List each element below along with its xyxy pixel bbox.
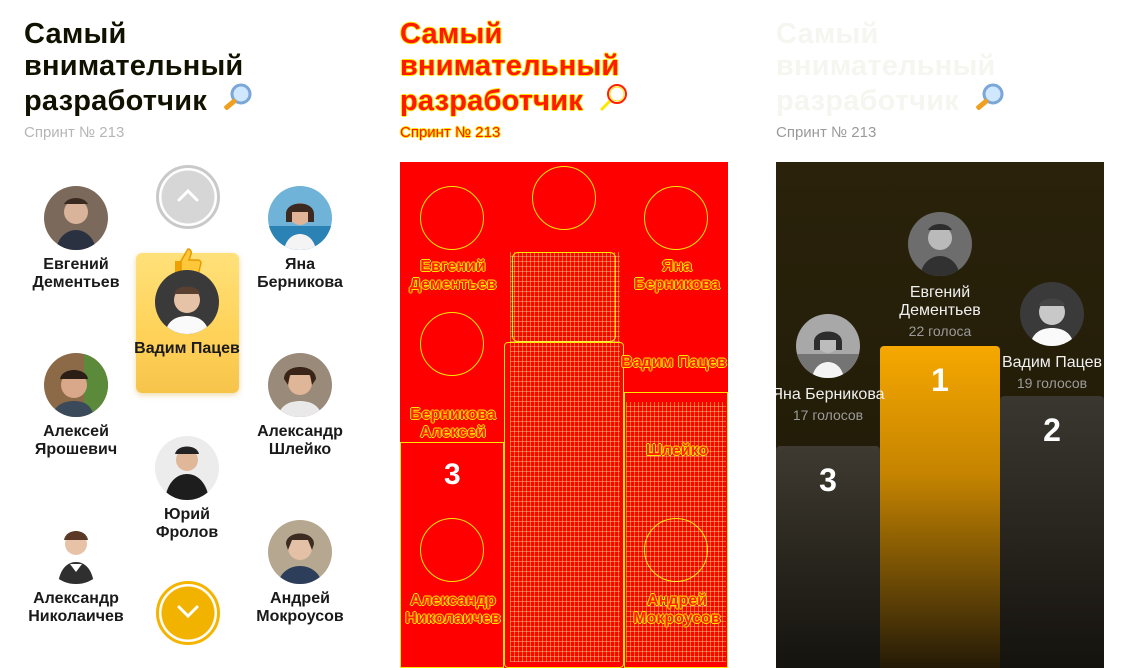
avatar — [268, 353, 332, 417]
magnifier-icon — [595, 82, 631, 121]
ghost-label: Берникова — [410, 406, 496, 423]
candidate-7[interactable]: Александр Николаичев — [21, 520, 131, 626]
candidate-name: Яна Берникова — [257, 256, 343, 291]
candidate-name: Александр Шлейко — [257, 423, 343, 458]
chevron-up-icon — [177, 188, 199, 207]
candidate-1[interactable]: Евгений Дементьев — [21, 186, 131, 292]
avatar — [1020, 282, 1084, 346]
avatar — [44, 520, 108, 584]
avatar — [268, 520, 332, 584]
winner-first: Евгений Дементьев 22 голоса — [880, 212, 1000, 339]
candidate-name: Андрей Мокроусов — [256, 590, 344, 625]
vote-count: 22 голоса — [908, 323, 972, 339]
sprint-label: Спринт № 213 — [24, 124, 125, 141]
vote-panel-diff: Самый внимательный разработчик Спринт № … — [400, 0, 730, 668]
vote-count: 19 голосов — [1016, 375, 1088, 391]
results-panel-dark: Самый внимательный разработчик Спринт № … — [776, 0, 1106, 668]
ghost-label: Алексей — [420, 424, 486, 441]
vote-count: 17 голосов — [792, 407, 864, 423]
winner-name: Яна Берникова — [776, 386, 885, 403]
place-number: 3 — [444, 458, 461, 491]
avatar — [796, 314, 860, 378]
avatar — [44, 353, 108, 417]
ghost-label: Вадим Пацев — [621, 354, 727, 371]
button-outline — [532, 166, 596, 230]
sprint-label: Спринт № 213 — [400, 124, 501, 141]
candidate-3-selected[interactable]: Вадим Пацев — [132, 270, 242, 358]
page-title-text: Самый внимательный разработчик — [776, 18, 996, 117]
candidate-name: Алексей Ярошевич — [34, 423, 118, 458]
candidate-name: Александр Николаичев — [28, 590, 124, 625]
magnifier-icon — [971, 82, 1007, 121]
page-title: Самый внимательный разработчик — [24, 18, 354, 121]
ghost-label: Евгений Дементьев — [409, 258, 497, 293]
podium-bar-second: 2 — [1000, 396, 1104, 668]
podium: 3 1 2 Евгений Дементьев 22 голоса Вадим … — [776, 162, 1104, 668]
avatar-outline — [644, 186, 708, 250]
avatar — [268, 186, 332, 250]
page-title: Самый внимательный разработчик — [400, 18, 730, 121]
candidate-2[interactable]: Яна Берникова — [245, 186, 355, 292]
page-title-text: Самый внимательный разработчик — [400, 18, 620, 117]
winner-name: Вадим Пацев — [1001, 354, 1103, 371]
avatar — [155, 270, 219, 334]
place-number: 1 — [931, 362, 949, 398]
podium-bar-first: 1 — [880, 346, 1000, 668]
candidate-name: Вадим Пацев — [134, 340, 240, 357]
winner-third: Яна Берникова 17 голосов — [776, 314, 888, 423]
diff-canvas: Евгений Дементьев Яна Берникова Вадим Па… — [400, 162, 728, 668]
ghost-label: Яна Берникова — [634, 258, 720, 293]
candidate-8[interactable]: Андрей Мокроусов — [245, 520, 355, 626]
podium-bar-third: 3 — [776, 446, 880, 668]
ghost-label: Андрей Мокроусов — [633, 592, 721, 627]
noise-area — [510, 252, 620, 662]
ghost-label: Шлейко — [645, 442, 709, 459]
chevron-down-icon — [177, 604, 199, 623]
avatar-outline — [420, 186, 484, 250]
vote-panel-light: Самый внимательный разработчик Спринт № … — [24, 0, 354, 668]
place-number: 2 — [1043, 412, 1061, 448]
avatar — [155, 436, 219, 500]
scroll-down-button[interactable] — [156, 581, 220, 645]
candidate-5[interactable]: Александр Шлейко — [245, 353, 355, 459]
avatar — [44, 186, 108, 250]
avatar-outline — [420, 312, 484, 376]
scroll-up-button[interactable] — [156, 165, 220, 229]
place-number: 3 — [819, 462, 837, 498]
candidate-name: Юрий Фролов — [155, 506, 219, 541]
avatar-outline — [420, 518, 484, 582]
sprint-label: Спринт № 213 — [776, 124, 877, 141]
candidate-name: Евгений Дементьев — [32, 256, 120, 291]
winner-name: Евгений Дементьев — [899, 284, 981, 319]
ghost-label: Александр Николаичев — [405, 592, 501, 627]
page-title: Самый внимательный разработчик — [776, 18, 1106, 121]
page-title-text: Самый внимательный разработчик — [24, 18, 244, 117]
candidate-4[interactable]: Алексей Ярошевич — [21, 353, 131, 459]
avatar — [908, 212, 972, 276]
winner-second: Вадим Пацев 19 голосов — [992, 282, 1104, 391]
candidate-6[interactable]: Юрий Фролов — [132, 436, 242, 542]
magnifier-icon — [219, 82, 255, 121]
